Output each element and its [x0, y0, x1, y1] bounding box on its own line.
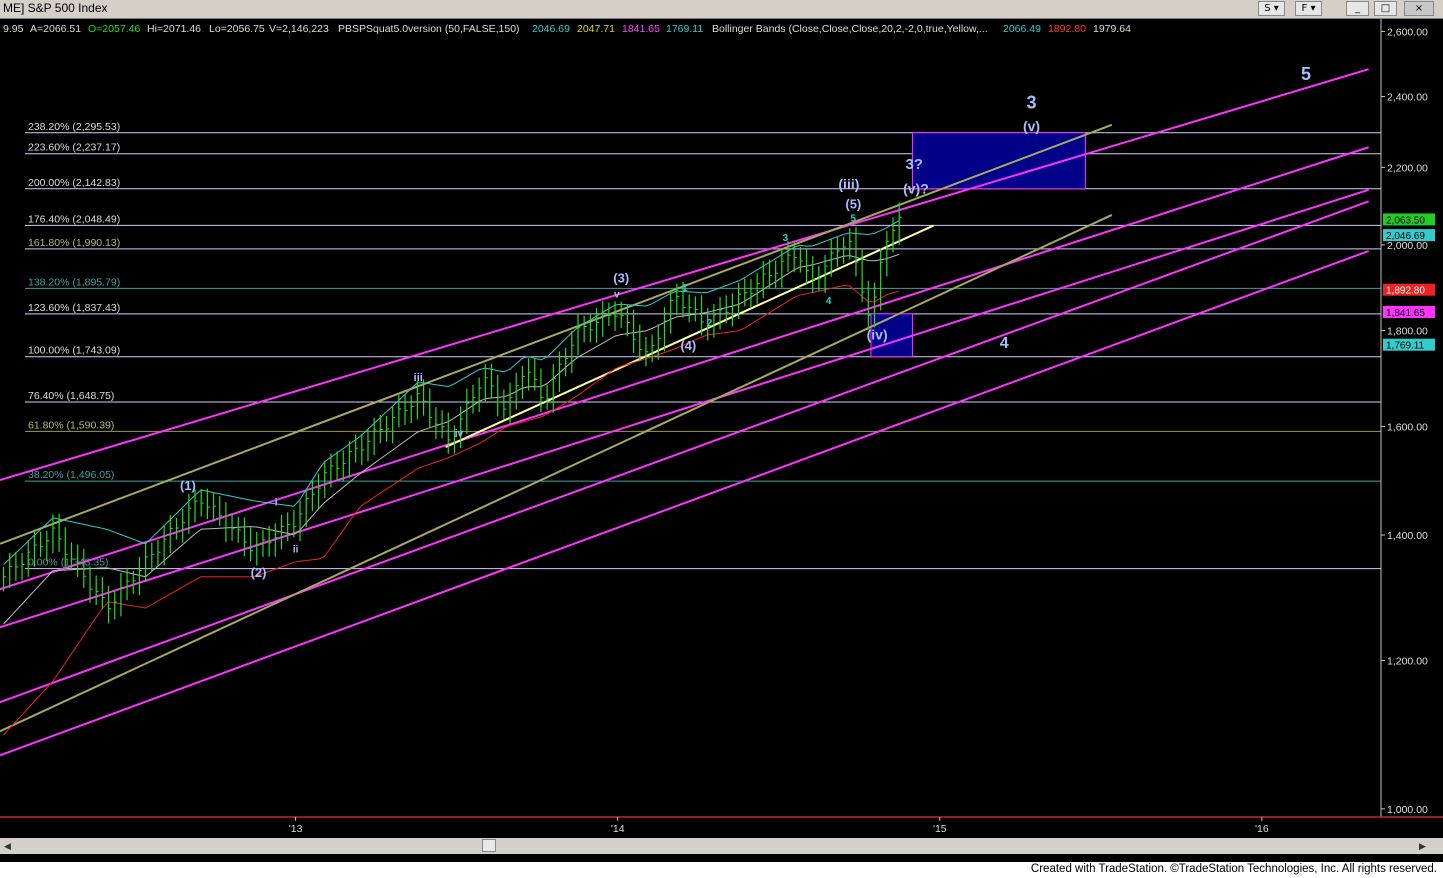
wave-label: 4	[1000, 335, 1009, 352]
fib-level-label: 223.60% (2,237.17)	[28, 142, 120, 154]
volume-value: V=2,146,223	[269, 23, 329, 35]
wave-label: 5	[851, 214, 857, 225]
y-axis-label: 1,800.00	[1387, 326, 1428, 338]
wave-label: 2	[707, 318, 713, 329]
fib-level-label: 76.40% (1,648.75)	[28, 390, 114, 402]
wave-label: (v)?	[903, 181, 929, 197]
title-bar: ME] S&P 500 Index S ▾ F ▾ _ □ ×	[0, 0, 1443, 19]
wave-label: (4)	[680, 338, 696, 353]
footer: Created with TradeStation. ©TradeStation…	[0, 862, 1443, 878]
fib-level-label: 38.20% (1,496.05)	[28, 469, 114, 481]
y-axis-label: 1,600.00	[1387, 421, 1428, 433]
low-value: Lo=2056.75	[209, 23, 265, 35]
indicator2-value: 1979.64	[1093, 23, 1131, 35]
wave-label: (5)	[845, 196, 861, 211]
format-menu-button[interactable]: F ▾	[1295, 1, 1322, 16]
fib-level-label: 100.00% (1,743.09)	[28, 345, 120, 357]
copyright-credit: Created with TradeStation. ©TradeStation…	[1030, 863, 1437, 875]
wave-label: 3?	[905, 156, 923, 173]
ask-value: A=2066.51	[30, 23, 82, 35]
fib-level-label: 176.40% (2,048.49)	[28, 213, 120, 225]
fib-level-label: 123.60% (1,837.43)	[28, 302, 120, 314]
wave-label: 3	[1027, 92, 1037, 112]
scroll-right-arrow-icon[interactable]: ▶	[1419, 841, 1426, 852]
price-tag-label: 2,046.69	[1386, 231, 1425, 242]
wave-label: (iv)	[867, 327, 888, 343]
y-axis-label: 1,400.00	[1387, 530, 1428, 542]
wave-label: (iii)	[838, 176, 859, 192]
y-axis-label: 1,200.00	[1387, 655, 1428, 667]
wave-label: (v)	[1023, 118, 1040, 134]
price-tag-label: 2,063.50	[1386, 215, 1425, 226]
indicator2-value: 2066.49	[1003, 23, 1041, 35]
wave-label: (2)	[251, 565, 267, 580]
fib-level-label: 161.80% (1,990.13)	[28, 237, 120, 249]
symbol-menu-button[interactable]: S ▾	[1258, 1, 1285, 16]
info-bar: 9.95 A=2066.51 O=2057.46 Hi=2071.46 Lo=2…	[0, 19, 1380, 37]
chart-background	[0, 19, 1443, 837]
wave-label: ii	[293, 545, 299, 556]
wave-label: 4	[826, 296, 832, 307]
scrollbar-thumb[interactable]	[482, 839, 496, 852]
price-tag-label: 1,892.80	[1386, 286, 1425, 297]
close-button[interactable]: ×	[1404, 1, 1434, 16]
indicator1-name: PBSPSquat5.0version (50,FALSE,150)	[338, 23, 520, 35]
price-chart[interactable]: 238.20% (2,295.53) 223.60% (2,237.17) 200.…	[0, 19, 1443, 837]
fib-level-label: 238.20% (2,295.53)	[28, 121, 120, 133]
wave-label: 1	[682, 283, 688, 294]
window-title: ME] S&P 500 Index	[3, 1, 108, 15]
x-axis-label: '14	[611, 823, 625, 835]
maximize-button[interactable]: □	[1374, 1, 1397, 16]
price-tag-label: 1,769.11	[1386, 341, 1425, 352]
wave-label: 5	[1301, 64, 1311, 84]
open-value: O=2057.46	[88, 23, 141, 35]
x-axis-label: '15	[933, 823, 947, 835]
wave-label: iv	[455, 429, 464, 440]
high-value: Hi=2071.46	[147, 23, 202, 35]
minimize-button[interactable]: _	[1346, 1, 1369, 16]
close-value: 9.95	[3, 23, 24, 35]
fib-level-label: 61.80% (1,590.39)	[28, 419, 114, 431]
y-axis-label: 2,600.00	[1387, 26, 1428, 38]
wave-label: i	[275, 497, 278, 508]
indicator1-value: 1769.11	[666, 23, 704, 35]
x-axis-label: '16	[1255, 823, 1269, 835]
y-axis-label: 2,400.00	[1387, 92, 1428, 104]
wave-label: (3)	[613, 270, 629, 285]
scroll-left-arrow-icon[interactable]: ◀	[4, 841, 11, 852]
wave-label: 3	[783, 233, 789, 244]
price-tag-label: 1,841.65	[1386, 308, 1425, 319]
fib-level-label: 138.20% (1,895.79)	[28, 276, 120, 288]
wave-label: (1)	[180, 478, 196, 493]
x-axis-label: '13	[289, 823, 303, 835]
fib-level-label: 200.00% (2,142.83)	[28, 177, 120, 189]
indicator1-value: 2047.71	[577, 23, 615, 35]
y-axis-label: 1,000.00	[1387, 804, 1428, 816]
y-axis-label: 2,200.00	[1387, 162, 1428, 174]
horizontal-scrollbar[interactable]: ◀ ▶	[0, 838, 1443, 854]
indicator2-name: Bollinger Bands (Close,Close,Close,20,2,…	[712, 23, 988, 35]
indicator1-value: 2046.69	[532, 23, 570, 35]
wave-label: v	[614, 289, 620, 300]
indicator2-value: 1892.80	[1048, 23, 1086, 35]
indicator1-value: 1841.65	[622, 23, 660, 35]
wave-label: iii	[414, 372, 423, 384]
